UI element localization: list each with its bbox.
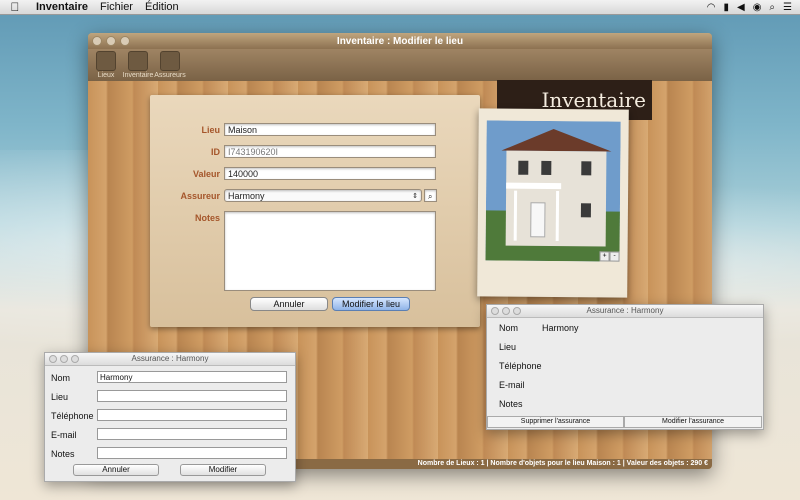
palette-controls [491, 307, 521, 315]
lieu-label: Lieu [499, 342, 517, 352]
close-button[interactable] [92, 36, 102, 46]
zoom-button[interactable] [120, 36, 130, 46]
volume-icon[interactable]: ◀ [737, 2, 745, 13]
boxes-icon [128, 51, 148, 71]
select-arrows-icon: ⇕ [412, 193, 418, 200]
email-input[interactable] [97, 428, 287, 440]
edit-palette-title: Assurance : Harmony [131, 354, 209, 363]
assureur-label: Assureur [180, 191, 220, 201]
wifi-icon[interactable]: ◠ [707, 2, 716, 13]
toolbar-lieux[interactable]: Lieux [92, 51, 120, 81]
lieu-input[interactable] [97, 390, 287, 402]
remove-photo-button[interactable]: - [609, 251, 620, 262]
place-photo-frame: + - [477, 108, 629, 298]
lieu-label: Lieu [51, 392, 69, 402]
view-palette-titlebar[interactable]: Assurance : Harmony [487, 305, 763, 318]
delete-insurance-button[interactable]: Supprimer l'assurance [487, 416, 624, 428]
add-photo-button[interactable]: + [599, 251, 610, 262]
zoom-button[interactable] [513, 307, 521, 315]
lieu-label: Lieu [201, 125, 220, 135]
minimize-button[interactable] [106, 36, 116, 46]
notes-input[interactable] [97, 447, 287, 459]
valeur-label: Valeur [192, 169, 220, 179]
edit-insurance-button[interactable]: Modifier l'assurance [624, 416, 762, 428]
lock-icon[interactable]: ▮ [723, 2, 729, 13]
toolbar-inventaire[interactable]: Inventaire [123, 51, 153, 81]
user-icon[interactable]: ◉ [753, 2, 762, 13]
notifications-icon[interactable]: ☰ [783, 2, 792, 13]
telephone-input[interactable] [97, 409, 287, 421]
window-title: Inventaire : Modifier le lieu [336, 35, 464, 47]
window-controls [92, 36, 130, 46]
palette-controls [49, 355, 79, 363]
minimize-button[interactable] [60, 355, 68, 363]
view-palette-title: Assurance : Harmony [586, 306, 664, 315]
person-icon [160, 51, 180, 71]
lieu-input[interactable]: Maison [224, 123, 436, 136]
edit-form-panel: Lieu Maison ID I743190620I Valeur 140000… [150, 95, 480, 327]
insurance-view-palette: Assurance : Harmony Nom Harmony Lieu Tél… [486, 304, 764, 430]
cancel-button[interactable]: Annuler [73, 464, 159, 476]
assureur-select[interactable]: Harmony ⇕ [224, 189, 422, 202]
id-input[interactable]: I743190620I [224, 145, 436, 158]
close-button[interactable] [49, 355, 57, 363]
minimize-button[interactable] [502, 307, 510, 315]
cancel-button[interactable]: Annuler [250, 297, 328, 311]
assureur-search-button[interactable]: ⌕ [424, 189, 437, 202]
nom-label: Nom [51, 373, 71, 383]
menu-app[interactable]: Inventaire [30, 1, 94, 13]
house-icon [96, 51, 116, 71]
main-titlebar[interactable]: Inventaire : Modifier le lieu [88, 33, 712, 49]
zoom-button[interactable] [71, 355, 79, 363]
insurance-edit-palette: Assurance : Harmony Nom Harmony Lieu Tél… [44, 352, 296, 482]
house-photo[interactable] [485, 120, 621, 262]
modify-insurance-button[interactable]: Modifier [180, 464, 266, 476]
email-label: E-mail [51, 430, 77, 440]
notes-label: Notes [194, 213, 220, 223]
modify-place-button[interactable]: Modifier le lieu [332, 297, 410, 311]
notes-textarea[interactable] [224, 211, 436, 291]
valeur-input[interactable]: 140000 [224, 167, 436, 180]
magnifier-icon: ⌕ [428, 192, 433, 201]
id-label: ID [211, 147, 220, 157]
notes-label: Notes [51, 449, 75, 459]
telephone-label: Téléphone [499, 361, 542, 371]
assureur-value: Harmony [228, 191, 265, 201]
edit-palette-titlebar[interactable]: Assurance : Harmony [45, 353, 295, 366]
menu-fichier[interactable]: Fichier [94, 1, 139, 13]
nom-input[interactable]: Harmony [97, 371, 287, 383]
menu-bar:  Inventaire Fichier Édition ◠ ▮ ◀ ◉ ⌕ ☰ [0, 0, 800, 15]
close-button[interactable] [491, 307, 499, 315]
toolbar-assureurs[interactable]: Assureurs [154, 51, 186, 81]
toolbar: Lieux Inventaire Assureurs [88, 49, 712, 81]
telephone-label: Téléphone [51, 411, 94, 421]
menu-edition[interactable]: Édition [139, 1, 185, 13]
email-label: E-mail [499, 380, 525, 390]
nom-label: Nom [499, 323, 519, 333]
apple-icon[interactable]:  [0, 0, 30, 14]
notes-label: Notes [499, 399, 523, 409]
spotlight-icon[interactable]: ⌕ [769, 2, 775, 13]
nom-value: Harmony [542, 323, 579, 333]
